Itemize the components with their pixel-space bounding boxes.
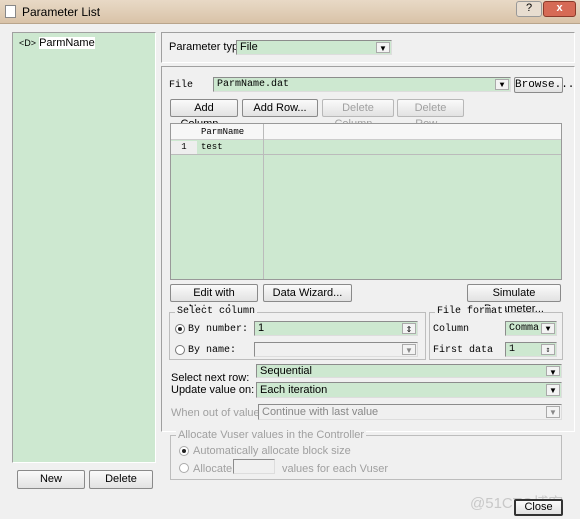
delete-button[interactable]: Delete [89, 470, 153, 489]
title-bar: Parameter List ? x [0, 0, 580, 24]
close-button[interactable]: Close [514, 499, 563, 516]
auto-allocate-label: Automatically allocate block size [193, 445, 351, 457]
select-next-row-label: Select next row: [171, 372, 250, 384]
column-format-value: Comma [509, 323, 540, 334]
table-row[interactable]: 1 test [171, 141, 561, 155]
chevron-down-icon[interactable]: ▼ [546, 366, 560, 377]
data-wizard-button[interactable]: Data Wizard... [263, 284, 352, 302]
when-out-of-values-value: Continue with last value [262, 406, 379, 418]
tree-item-label: ParmName [39, 37, 95, 49]
document-icon [5, 5, 16, 18]
file-format-title: File format [435, 306, 506, 317]
allocate-label: Allocate [193, 463, 233, 475]
by-number-spinner[interactable]: 1 ⇕ [254, 321, 418, 336]
data-grid[interactable]: ParmName 1 test [170, 123, 562, 280]
chevron-down-icon[interactable]: ▼ [546, 384, 560, 396]
tree-item-parmname[interactable]: <D> ParmName [19, 37, 95, 49]
chevron-down-icon[interactable]: ▼ [402, 344, 416, 355]
row-number: 1 [171, 141, 197, 154]
file-value: ParmName.dat [217, 79, 290, 90]
chevron-down-icon[interactable]: ▼ [376, 42, 390, 53]
allocate-suffix-label: values for each Vuser [282, 463, 388, 475]
when-out-of-values-label: When out of values: [171, 407, 269, 419]
parameter-type-select[interactable]: File ▼ [236, 40, 392, 55]
file-combo[interactable]: ParmName.dat ▼ [213, 77, 511, 92]
grid-cell[interactable]: test [201, 142, 223, 152]
first-data-value: 1 [509, 344, 516, 355]
window-title: Parameter List [22, 5, 101, 19]
add-row-button[interactable]: Add Row... [242, 99, 318, 117]
chevron-down-icon[interactable]: ▼ [541, 323, 555, 334]
delete-row-button[interactable]: Delete Row... [397, 99, 464, 130]
new-button[interactable]: New [17, 470, 85, 489]
column-format-label: Column [433, 324, 470, 335]
first-data-spinner[interactable]: 1 ⇕ [505, 342, 557, 357]
parameter-tree[interactable]: <D> ParmName [12, 32, 156, 463]
select-column-title: Select column [175, 306, 258, 317]
by-number-radio[interactable] [175, 324, 185, 334]
select-next-row-value: Sequential [260, 365, 312, 377]
close-window-button[interactable]: x [543, 1, 576, 17]
add-column-button[interactable]: Add Column... [170, 99, 238, 130]
update-value-on-label: Update value on: [171, 384, 255, 396]
by-number-label: By number: [188, 324, 249, 335]
help-button[interactable]: ? [516, 1, 542, 17]
chevron-down-icon[interactable]: ▼ [546, 406, 560, 418]
auto-allocate-radio[interactable] [179, 446, 189, 456]
chevron-down-icon[interactable]: ▼ [495, 79, 509, 90]
allocate-radio[interactable] [179, 463, 189, 473]
parameter-icon: <D> [19, 38, 37, 48]
column-header[interactable]: ParmName [201, 127, 244, 137]
spinner-arrows-icon[interactable]: ⇕ [402, 323, 416, 334]
spinner-arrows-icon[interactable]: ⇕ [541, 344, 555, 355]
by-name-label: By name: [188, 345, 237, 356]
update-value-on-value: Each iteration [260, 384, 328, 396]
delete-column-button[interactable]: Delete Column... [322, 99, 394, 130]
select-next-row-select[interactable]: Sequential ▼ [256, 364, 562, 378]
update-value-on-select[interactable]: Each iteration ▼ [256, 382, 562, 398]
browse-button[interactable]: Browse... [514, 77, 574, 93]
first-data-label: First data [433, 345, 494, 356]
parameter-type-value: File [240, 41, 258, 53]
by-number-value: 1 [258, 322, 265, 334]
allocate-title: Allocate Vuser values in the Controller [176, 429, 367, 441]
file-label: File [169, 80, 194, 91]
edit-with-notepad-button[interactable]: Edit with Notepad... [170, 284, 258, 315]
simulate-parameter-button[interactable]: Simulate Parameter... [467, 284, 561, 315]
by-name-select[interactable]: ▼ [254, 342, 418, 357]
when-out-of-values-select[interactable]: Continue with last value ▼ [258, 404, 562, 420]
allocate-input[interactable] [233, 459, 275, 474]
by-name-radio[interactable] [175, 345, 185, 355]
column-format-select[interactable]: Comma ▼ [505, 321, 557, 336]
